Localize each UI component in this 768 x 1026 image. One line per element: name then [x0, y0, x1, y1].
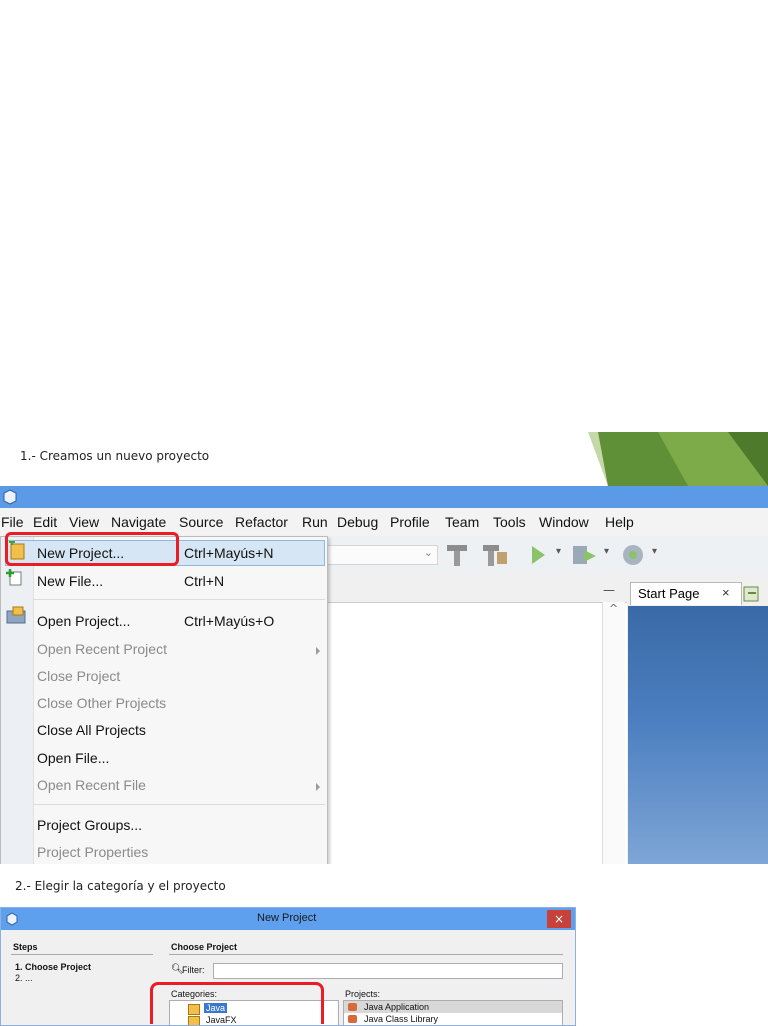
- step-item-2: 2. ...: [15, 973, 33, 983]
- netbeans-logo-icon: [6, 912, 18, 926]
- new-file-icon: [6, 569, 22, 586]
- annotation-highlight-box: [150, 982, 324, 1024]
- submenu-arrow-icon: [316, 647, 320, 655]
- shortcut-new-file: Ctrl+N: [184, 573, 225, 589]
- run-dropdown-icon[interactable]: ▾: [556, 546, 561, 557]
- menu-item-open-file[interactable]: Open File...: [37, 750, 109, 766]
- menu-navigate[interactable]: Navigate: [111, 514, 166, 530]
- menu-item-open-recent-file: Open Recent File: [37, 777, 146, 793]
- debug-icon[interactable]: [570, 542, 600, 568]
- menu-separator: [33, 804, 325, 805]
- scrollbar[interactable]: ^: [602, 602, 625, 864]
- menu-tools[interactable]: Tools: [493, 514, 526, 530]
- menu-item-project-properties: Project Properties: [37, 844, 149, 860]
- step-item-1: 1. Choose Project: [15, 962, 92, 972]
- panel-divider: [169, 954, 563, 955]
- profile-icon[interactable]: [620, 542, 648, 568]
- project-java-class-library[interactable]: Java Class Library: [364, 1014, 438, 1024]
- panel-heading: Choose Project: [171, 942, 238, 952]
- menu-debug[interactable]: Debug: [337, 514, 378, 530]
- menu-run[interactable]: Run: [302, 514, 328, 530]
- menu-separator: [33, 599, 325, 600]
- tab-start-page[interactable]: Start Page ×: [630, 582, 742, 605]
- filter-label: Filter:: [182, 965, 205, 975]
- close-icon[interactable]: ×: [722, 585, 730, 600]
- editor-file-icon: [743, 586, 759, 602]
- menu-refactor[interactable]: Refactor: [235, 514, 288, 530]
- step1-caption: 1.- Creamos un nuevo proyecto: [20, 449, 210, 463]
- java-app-icon: [348, 1003, 357, 1011]
- projects-pane: —: [326, 582, 627, 864]
- annotation-highlight-box: [5, 532, 179, 566]
- scroll-up-icon[interactable]: ^: [609, 602, 618, 615]
- dialog-title: New Project: [257, 912, 317, 924]
- netbeans-logo-icon: [3, 489, 17, 505]
- submenu-arrow-icon: [316, 783, 320, 791]
- profile-dropdown-icon[interactable]: ▾: [652, 546, 657, 557]
- dialog-close-button[interactable]: ×: [547, 910, 571, 928]
- open-project-icon: [6, 606, 26, 624]
- menu-help[interactable]: Help: [605, 514, 634, 530]
- file-menu-dropdown: New Project... Ctrl+Mayús+N New File... …: [0, 536, 328, 864]
- menu-item-project-groups[interactable]: Project Groups...: [37, 817, 142, 833]
- menu-item-open-project[interactable]: Open Project...: [37, 613, 130, 629]
- build-hammer-icon[interactable]: [444, 542, 470, 568]
- menu-source[interactable]: Source: [179, 514, 223, 530]
- steps-divider: [11, 954, 153, 955]
- menu-item-close-project: Close Project: [37, 668, 121, 684]
- menu-file[interactable]: File: [1, 514, 24, 530]
- menu-window[interactable]: Window: [539, 514, 589, 530]
- decorative-shapes: [588, 432, 768, 486]
- tab-start-page-label: Start Page: [638, 586, 700, 601]
- projects-list[interactable]: Java Application Java Class Library: [343, 1000, 563, 1025]
- minimize-icon[interactable]: —: [603, 583, 615, 597]
- menu-team[interactable]: Team: [445, 514, 479, 530]
- menu-edit[interactable]: Edit: [33, 514, 57, 530]
- shortcut-new-project: Ctrl+Mayús+N: [184, 545, 274, 561]
- projects-pane-header: —: [327, 582, 627, 603]
- toolbar: ⌄ ▾ ▾ ▾: [326, 536, 768, 572]
- menu-profile[interactable]: Profile: [390, 514, 430, 530]
- projects-label: Projects:: [345, 989, 381, 999]
- menu-item-close-all-projects[interactable]: Close All Projects: [37, 722, 146, 738]
- clean-build-icon[interactable]: [480, 542, 510, 568]
- menu-item-close-other-projects: Close Other Projects: [37, 695, 167, 711]
- menu-view[interactable]: View: [69, 514, 99, 530]
- ide-titlebar: [0, 486, 768, 508]
- menu-item-open-recent-project: Open Recent Project: [37, 641, 167, 657]
- start-page-content: [628, 606, 768, 864]
- run-icon[interactable]: [530, 544, 546, 566]
- filter-input[interactable]: [213, 963, 563, 979]
- steps-heading: Steps: [13, 942, 38, 952]
- debug-dropdown-icon[interactable]: ▾: [604, 546, 609, 557]
- shortcut-open-project: Ctrl+Mayús+O: [184, 613, 275, 629]
- chevron-down-icon: ⌄: [423, 546, 433, 559]
- configuration-combo[interactable]: ⌄: [326, 545, 438, 565]
- step2-caption: 2.- Elegir la categoría y el proyecto: [15, 879, 226, 893]
- java-library-icon: [348, 1015, 357, 1023]
- menu-item-new-file[interactable]: New File...: [37, 573, 103, 589]
- project-java-application[interactable]: Java Application: [364, 1002, 429, 1012]
- dialog-titlebar: New Project ×: [1, 908, 575, 930]
